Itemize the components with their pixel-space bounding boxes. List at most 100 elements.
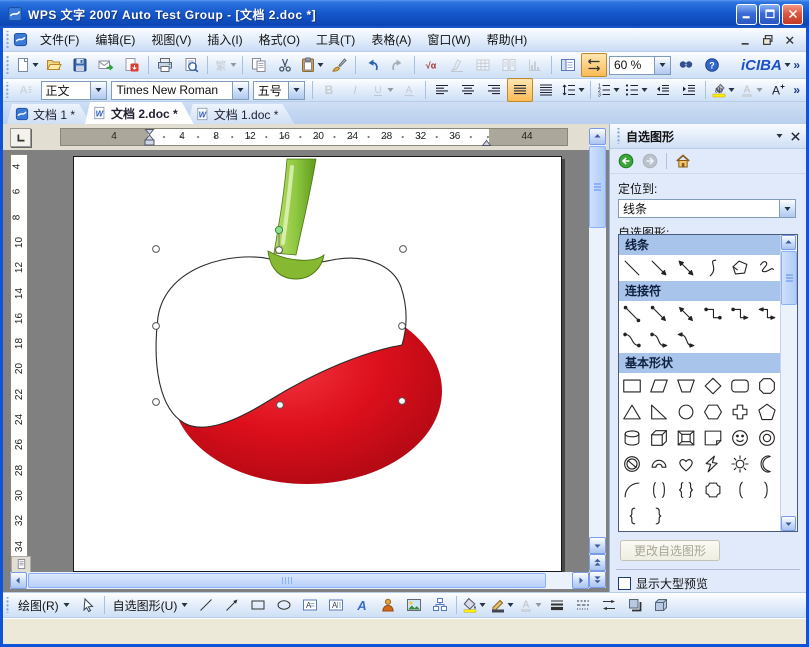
scroll-left-button[interactable] [10, 572, 27, 589]
shape-straight-double-arrow-connector[interactable] [673, 301, 700, 327]
shape-right-triangle[interactable] [646, 399, 673, 425]
shape-sun[interactable] [726, 451, 753, 477]
menu-工具(T)[interactable]: 工具(T) [308, 28, 363, 51]
doc-tab-文档 2.doc *[interactable]: W文档 2.doc * [85, 102, 194, 124]
task-pane-menu-button[interactable] [776, 133, 783, 139]
shape-moon[interactable] [753, 451, 780, 477]
maximize-button[interactable] [759, 4, 780, 25]
standard-toolbar-grip[interactable] [5, 56, 10, 74]
chart-button[interactable] [522, 53, 548, 77]
diagram-button[interactable] [427, 593, 453, 617]
list-scroll-track[interactable] [781, 306, 797, 516]
clipart-button[interactable] [375, 593, 401, 617]
back-button[interactable] [616, 151, 636, 171]
close-button[interactable] [782, 4, 803, 25]
textbox-button[interactable]: A [297, 593, 323, 617]
char-shading-button[interactable]: A [396, 78, 422, 102]
shapes-list-scrollbar[interactable] [780, 235, 797, 531]
selection-handle[interactable] [153, 399, 160, 406]
line-spacing-button[interactable] [559, 78, 587, 102]
list-scroll-up-button[interactable] [781, 235, 796, 250]
dropdown-arrow-icon[interactable] [756, 87, 763, 93]
shape-bevel[interactable] [673, 425, 700, 451]
shape-heart[interactable] [673, 451, 700, 477]
horizontal-scrollbar[interactable] [10, 572, 589, 589]
selection-handle[interactable] [277, 402, 284, 409]
traditional-simplified-button[interactable]: 繁 [211, 53, 239, 77]
justify-button[interactable] [507, 78, 533, 102]
doc-tab-文档 1.doc *[interactable]: W文档 1.doc * [188, 104, 295, 124]
underline-button[interactable]: U [368, 78, 396, 102]
shape-rounded-rectangle[interactable] [726, 373, 753, 399]
shape-rectangle[interactable] [619, 373, 646, 399]
menu-格式(O)[interactable]: 格式(O) [251, 28, 308, 51]
cherry-drawing[interactable] [74, 157, 561, 571]
shape-curve[interactable] [700, 255, 727, 281]
goto-combo-dropdown[interactable] [779, 200, 795, 217]
open-button[interactable] [41, 53, 67, 77]
shape-parallelogram[interactable] [646, 373, 673, 399]
line-color-button[interactable] [488, 593, 516, 617]
draw-menu-button[interactable]: 绘图(R) [13, 593, 75, 617]
wordart-button[interactable]: A [349, 593, 375, 617]
mail-button[interactable] [93, 53, 119, 77]
shape-cube[interactable] [646, 425, 673, 451]
shape-trapezoid[interactable] [673, 373, 700, 399]
shape-smiley[interactable] [726, 425, 753, 451]
new-document-button[interactable] [13, 53, 41, 77]
copy-button[interactable] [246, 53, 272, 77]
shape-octagon[interactable] [753, 373, 780, 399]
paste-button[interactable] [298, 53, 326, 77]
shape-curved-arrow-connector[interactable] [646, 327, 673, 353]
columns-button[interactable] [496, 53, 522, 77]
dropdown-arrow-icon[interactable] [32, 62, 39, 68]
shape-curved-double-arrow-connector[interactable] [673, 327, 700, 353]
selection-handle[interactable] [276, 247, 283, 254]
selection-handle[interactable] [153, 323, 160, 330]
insert-picture-button[interactable] [401, 593, 427, 617]
shape-isosceles-triangle[interactable] [619, 399, 646, 425]
help-button[interactable]: ? [699, 53, 725, 77]
font-combo[interactable]: Times New Roman [111, 81, 248, 100]
insert-table-button[interactable] [470, 53, 496, 77]
large-preview-checkbox[interactable] [618, 577, 631, 590]
scroll-right-button[interactable] [572, 572, 589, 589]
shape-lightning[interactable] [700, 451, 727, 477]
document-page[interactable] [73, 156, 562, 572]
format-painter-button[interactable] [326, 53, 352, 77]
list-scroll-thumb[interactable] [781, 251, 797, 305]
fill-color-button[interactable] [460, 593, 488, 617]
iciba-brand[interactable]: iCIBA [729, 57, 791, 74]
bullet-list-button[interactable] [622, 78, 650, 102]
vertical-scroll-track[interactable] [589, 229, 606, 537]
redo-button[interactable] [385, 53, 411, 77]
increase-indent-button[interactable] [676, 78, 702, 102]
dropdown-arrow-icon[interactable] [230, 62, 237, 68]
vertical-textbox-button[interactable]: A [323, 593, 349, 617]
dropdown-arrow-icon[interactable] [613, 87, 620, 93]
shape-arrow[interactable] [646, 255, 673, 281]
shape-no-symbol[interactable] [619, 451, 646, 477]
numbered-list-button[interactable]: 123 [594, 78, 622, 102]
shape-straight-arrow-connector[interactable] [646, 301, 673, 327]
tab-stop-selector[interactable] [10, 128, 31, 147]
menu-帮助(H)[interactable]: 帮助(H) [479, 28, 536, 51]
shape-curved-connector[interactable] [619, 327, 646, 353]
right-indent-marker[interactable] [481, 138, 492, 147]
menu-插入(I)[interactable]: 插入(I) [199, 28, 250, 51]
styles-format-button[interactable]: A [13, 78, 39, 102]
selection-handle[interactable] [399, 323, 406, 330]
dropdown-arrow-icon[interactable] [479, 602, 486, 608]
dropdown-arrow-icon[interactable] [535, 602, 542, 608]
selection-handle[interactable] [400, 246, 407, 253]
zoom-combo[interactable]: 60 % [609, 56, 671, 75]
stem-shape[interactable] [274, 159, 316, 255]
cut-button[interactable] [272, 53, 298, 77]
format-toolbar-grip[interactable] [5, 82, 10, 97]
horizontal-ruler[interactable]: 4 4812162024283236 44 [60, 128, 568, 146]
align-left-button[interactable] [429, 78, 455, 102]
shape-right-bracket[interactable] [753, 477, 780, 503]
goto-combo[interactable]: 线条 [618, 199, 796, 218]
task-pane-close-button[interactable] [789, 130, 802, 143]
font-size-combo[interactable]: 五号 [253, 81, 306, 100]
